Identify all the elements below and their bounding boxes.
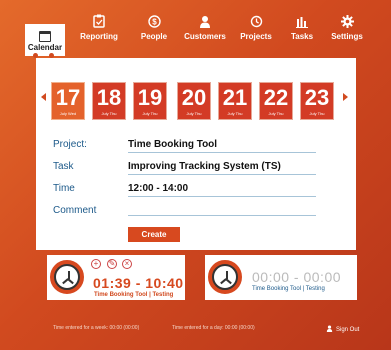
date-tile[interactable]: 17 July Wed <box>51 82 85 120</box>
date-sub: July Thu <box>101 111 117 116</box>
top-nav: Calendar Reporting $ People Customers Pr… <box>0 0 391 58</box>
tab-settings[interactable]: Settings <box>330 0 364 56</box>
time-field[interactable]: 12:00 - 14:00 <box>128 183 316 197</box>
create-button[interactable]: Create <box>128 227 180 242</box>
date-sub: July Wed <box>59 111 77 116</box>
tab-projects[interactable]: Projects <box>240 0 272 56</box>
timer-range: 00:00 - 00:00 <box>252 269 342 285</box>
date-day: 20 <box>181 85 207 110</box>
gear-icon <box>340 0 354 28</box>
svg-text:$: $ <box>152 18 157 27</box>
date-sub: July Thu <box>309 111 325 116</box>
date-day: 18 <box>96 85 122 110</box>
task-label: Task <box>53 161 74 172</box>
bar-chart-icon <box>296 0 308 28</box>
project-label: Project: <box>53 139 87 150</box>
person-icon <box>326 325 333 334</box>
clock-face <box>212 264 238 290</box>
tab-customers[interactable]: Customers <box>183 0 227 56</box>
date-day: 19 <box>137 85 163 110</box>
clock-hand <box>62 278 69 284</box>
clock-icon[interactable] <box>48 258 86 296</box>
week-total: Time entered for a week: 00:00 (00:00) <box>53 325 140 331</box>
date-tile[interactable]: 19 July Thu <box>133 82 167 120</box>
date-tile[interactable]: 20 July Thu <box>177 82 211 120</box>
tab-tasks-label: Tasks <box>290 32 314 41</box>
date-tile[interactable]: 22 July Thu <box>259 82 293 120</box>
timer-subtitle: Time Booking Tool | Testing <box>94 292 174 298</box>
person-icon <box>199 0 211 28</box>
tab-settings-label: Settings <box>331 32 363 41</box>
date-day: 23 <box>304 85 330 110</box>
sign-out-label: Sign Out <box>336 326 360 333</box>
time-label: Time <box>53 183 75 194</box>
tab-people-label: People <box>140 32 168 41</box>
day-total: Time entered for a day: 00:00 (00:00) <box>172 325 255 331</box>
tab-reporting[interactable]: Reporting <box>78 0 120 56</box>
edit-timer-button[interactable]: ✎ <box>107 259 117 269</box>
comment-field[interactable] <box>128 202 316 216</box>
date-day: 17 <box>55 85 81 110</box>
sign-out-button[interactable]: Sign Out <box>326 325 359 334</box>
dollar-icon: $ <box>147 0 161 28</box>
timer-range: 01:39 - 10:40 <box>93 275 184 291</box>
tab-people[interactable]: $ People <box>138 0 170 56</box>
clock-hand <box>220 278 227 284</box>
timer-subtitle: Time Booking Tool | Testing <box>252 286 325 292</box>
date-sub: July Thu <box>268 111 284 116</box>
add-timer-button[interactable]: + <box>91 259 101 269</box>
comment-label: Comment <box>53 205 97 216</box>
date-sub: July Thu <box>227 111 243 116</box>
clock-face <box>54 264 80 290</box>
tab-calendar-label-wrap: Calendar <box>25 24 65 56</box>
delete-timer-button[interactable]: × <box>122 259 132 269</box>
date-tile[interactable]: 18 July Thu <box>92 82 126 120</box>
next-week-arrow[interactable] <box>343 93 348 101</box>
date-day: 22 <box>263 85 289 110</box>
tab-tasks[interactable]: Tasks <box>290 0 314 56</box>
tab-projects-label: Projects <box>240 32 272 41</box>
date-sub: July Thu <box>186 111 202 116</box>
clipboard-icon <box>93 0 105 28</box>
date-day: 21 <box>222 85 248 110</box>
task-field[interactable]: Improving Tracking System (TS) <box>128 161 316 175</box>
date-tile[interactable]: 23 July Thu <box>300 82 334 120</box>
project-field[interactable]: Time Booking Tool <box>128 139 316 153</box>
tab-customers-label: Customers <box>184 32 226 41</box>
tab-reporting-label: Reporting <box>80 32 118 41</box>
date-tile[interactable]: 21 July Thu <box>218 82 252 120</box>
history-icon <box>250 0 263 28</box>
tab-calendar-label: Calendar <box>27 43 63 52</box>
prev-week-arrow[interactable] <box>41 93 46 101</box>
clock-icon[interactable] <box>206 258 244 296</box>
date-sub: July Thu <box>142 111 158 116</box>
